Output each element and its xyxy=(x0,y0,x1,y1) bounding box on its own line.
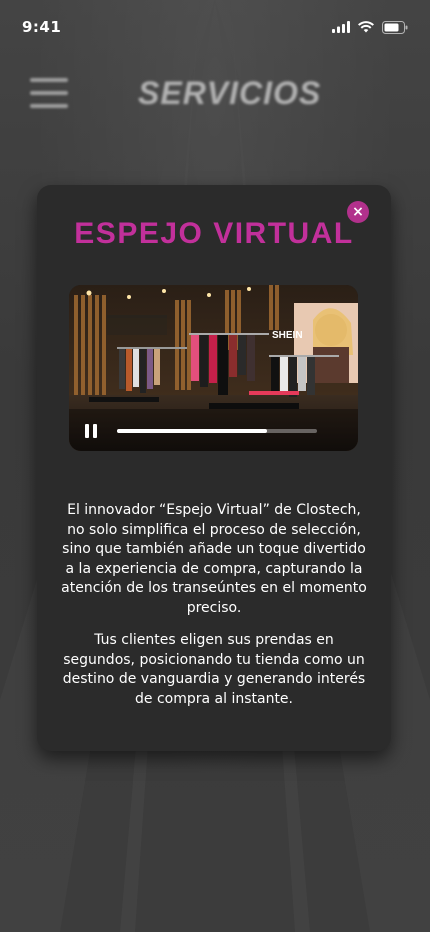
battery-icon xyxy=(382,20,408,34)
description-paragraph-1: El innovador “Espejo Virtual” de Clostec… xyxy=(61,502,367,616)
store-sign-text: SHEIN xyxy=(272,330,303,341)
header: SERVICIOS xyxy=(0,68,430,118)
service-modal: × ESPEJO VIRTUAL SHEIN El innovador “Esp… xyxy=(37,185,391,751)
video-controls xyxy=(69,411,358,451)
hamburger-menu-icon[interactable] xyxy=(30,78,68,108)
video-progress-bar[interactable] xyxy=(117,429,317,433)
video-player[interactable]: SHEIN xyxy=(69,285,358,451)
status-time: 9:41 xyxy=(22,18,62,36)
wifi-icon xyxy=(358,21,374,33)
signal-icon xyxy=(332,21,350,33)
video-progress-fill xyxy=(117,429,267,433)
status-bar: 9:41 xyxy=(0,0,430,54)
page-title: SERVICIOS xyxy=(138,74,322,111)
modal-title: ESPEJO VIRTUAL xyxy=(74,217,354,250)
status-icons xyxy=(332,20,408,34)
description-paragraph-2: Tus clientes eligen sus prendas en segun… xyxy=(62,632,366,707)
pause-icon[interactable] xyxy=(85,423,101,439)
